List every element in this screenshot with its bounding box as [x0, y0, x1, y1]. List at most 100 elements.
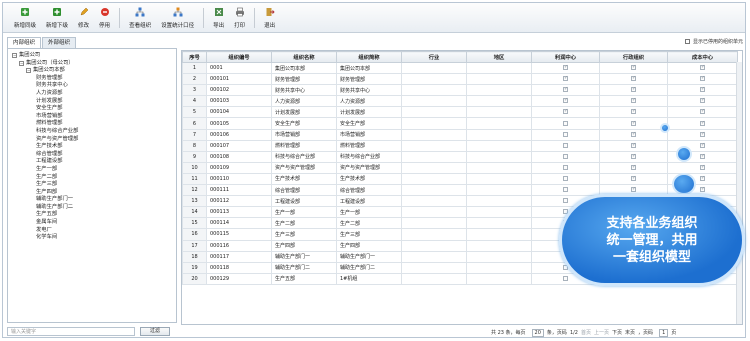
first-page-link[interactable]: 首页: [581, 329, 591, 336]
cost-checkbox[interactable]: [700, 186, 705, 193]
print-button[interactable]: 打印: [229, 5, 250, 31]
settings-stat-button[interactable]: 设置统计口径: [156, 5, 199, 31]
tree-node-root[interactable]: − 集团公司: [12, 52, 176, 60]
admin-checkbox[interactable]: [631, 108, 636, 115]
column-header[interactable]: 利润中心: [531, 51, 600, 63]
edit-button[interactable]: 修改: [73, 5, 94, 31]
column-header[interactable]: 组织名称: [271, 51, 337, 63]
profit-checkbox[interactable]: [563, 75, 568, 82]
admin-checkbox[interactable]: [631, 175, 636, 181]
cost-checkbox[interactable]: [700, 131, 705, 137]
tab-external-org[interactable]: 外部组织: [42, 37, 77, 48]
tree-node-dept[interactable]: 燃料管理部: [12, 120, 176, 128]
tree-node-dept[interactable]: 资产与资产管理部: [12, 136, 176, 144]
profit-checkbox[interactable]: [563, 187, 568, 193]
tree-node-dept[interactable]: 生产技术部: [12, 143, 176, 151]
show-disabled-checkbox[interactable]: [684, 39, 690, 44]
table-row[interactable]: 7 000106 市场营销部 市场营销部: [182, 128, 738, 141]
admin-checkbox[interactable]: [631, 142, 636, 148]
profit-checkbox[interactable]: [563, 120, 568, 126]
profit-checkbox[interactable]: [563, 131, 568, 137]
column-header[interactable]: 序号: [182, 51, 207, 63]
tree-node-dept[interactable]: 工程建设部: [12, 158, 176, 166]
profit-checkbox[interactable]: [563, 153, 568, 159]
admin-checkbox[interactable]: [631, 75, 636, 82]
table-row[interactable]: 1 0001 集团公司本部 集团公司本部: [182, 61, 738, 75]
prev-page-link[interactable]: 上一页: [594, 329, 609, 336]
tree-node-dept[interactable]: 生产二部: [12, 174, 176, 182]
tree-node-hq[interactable]: − 集团公司本部: [12, 67, 176, 75]
cost-checkbox[interactable]: [700, 142, 705, 148]
profit-checkbox[interactable]: [563, 64, 568, 71]
disable-button[interactable]: 停用: [94, 5, 115, 31]
tree-node-dept[interactable]: 生产五部: [12, 211, 176, 219]
table-row[interactable]: 4 000103 人力资源部 人力资源部: [182, 95, 738, 108]
admin-checkbox[interactable]: [631, 131, 636, 137]
cost-checkbox[interactable]: [700, 64, 705, 71]
profit-checkbox[interactable]: [563, 142, 568, 148]
admin-checkbox[interactable]: [631, 186, 636, 193]
column-header[interactable]: 组织编号: [206, 51, 272, 63]
profit-checkbox[interactable]: [563, 108, 568, 115]
table-row[interactable]: 9 000108 科技与综合产业部 科技与综合产业部: [182, 150, 738, 163]
add-sibling-button[interactable]: 新增同级: [9, 5, 41, 31]
tree-node-dept[interactable]: 人力资源部: [12, 90, 176, 98]
profit-checkbox[interactable]: [563, 275, 568, 281]
tree-node-dept[interactable]: 科技与综合产业部: [12, 128, 176, 136]
add-child-button[interactable]: 新增下级: [41, 5, 73, 31]
profit-checkbox[interactable]: [563, 198, 568, 204]
table-row[interactable]: 2 000101 财务管理部 财务管理部: [182, 73, 738, 86]
profit-checkbox[interactable]: [563, 97, 568, 104]
table-row[interactable]: 10 000109 资产与资产管理部 资产与资产管理部: [182, 161, 738, 174]
admin-checkbox[interactable]: [631, 64, 636, 71]
admin-checkbox[interactable]: [631, 97, 636, 104]
admin-checkbox[interactable]: [631, 153, 636, 159]
table-row[interactable]: 3 000102 财务共享中心 财务共享中心: [182, 84, 738, 97]
tab-internal-org[interactable]: 内部组织: [7, 37, 42, 48]
column-header[interactable]: 成本中心: [667, 51, 738, 63]
next-page-link[interactable]: 下页: [612, 329, 622, 336]
exit-button[interactable]: 退出: [259, 5, 280, 31]
view-org-button[interactable]: 查看组织: [124, 5, 156, 31]
page-size-select[interactable]: 20: [531, 328, 544, 337]
table-row[interactable]: 11 000110 生产技术部 生产技术部: [182, 172, 738, 186]
tree-node-dept[interactable]: 财务共享中心: [12, 82, 176, 90]
table-row[interactable]: 8 000107 燃料管理部 燃料管理部: [182, 139, 738, 152]
filter-button[interactable]: 过滤: [140, 327, 170, 336]
cost-checkbox[interactable]: [700, 86, 705, 93]
collapse-toggle-icon[interactable]: −: [26, 68, 31, 74]
column-header[interactable]: 行政组织: [599, 51, 668, 63]
page-number-select[interactable]: 1: [659, 328, 669, 337]
profit-checkbox[interactable]: [563, 86, 568, 93]
column-header[interactable]: 地区: [466, 51, 532, 63]
search-input[interactable]: 输入关键字: [7, 327, 135, 336]
cost-checkbox[interactable]: [700, 164, 705, 170]
cost-checkbox[interactable]: [700, 153, 705, 159]
cost-checkbox[interactable]: [700, 97, 705, 104]
tree-node-dept[interactable]: 辅助生产部门一: [12, 196, 176, 204]
collapse-toggle-icon[interactable]: −: [19, 60, 24, 66]
table-row[interactable]: 6 000105 安全生产部 安全生产部: [182, 117, 738, 130]
admin-checkbox[interactable]: [631, 120, 636, 126]
tree-node-dept[interactable]: 安全生产部: [12, 105, 176, 113]
tree-node-dept[interactable]: 生产三部: [12, 181, 176, 189]
cost-checkbox[interactable]: [700, 75, 705, 82]
profit-checkbox[interactable]: [563, 164, 568, 170]
tree-node-dept[interactable]: 金属车间: [12, 219, 176, 227]
column-header[interactable]: 组织简称: [336, 51, 402, 63]
column-header[interactable]: 行业: [401, 51, 467, 63]
profit-checkbox[interactable]: [563, 175, 568, 181]
vertical-scrollbar[interactable]: [736, 62, 742, 324]
cost-checkbox[interactable]: [700, 175, 705, 181]
admin-checkbox[interactable]: [631, 164, 636, 170]
cost-checkbox[interactable]: [700, 108, 705, 115]
collapse-toggle-icon[interactable]: −: [12, 53, 17, 59]
last-page-link[interactable]: 末页: [625, 329, 635, 336]
tree-node-dept[interactable]: 化学车间: [12, 234, 176, 242]
table-row[interactable]: 5 000104 计划发展部 计划发展部: [182, 106, 738, 119]
show-disabled-option[interactable]: 显示已停用的组织单元: [684, 37, 743, 46]
cost-checkbox[interactable]: [700, 120, 705, 126]
export-button[interactable]: 导出: [208, 5, 229, 31]
admin-checkbox[interactable]: [631, 86, 636, 93]
tree-node-dept[interactable]: 生产一部: [12, 166, 176, 174]
